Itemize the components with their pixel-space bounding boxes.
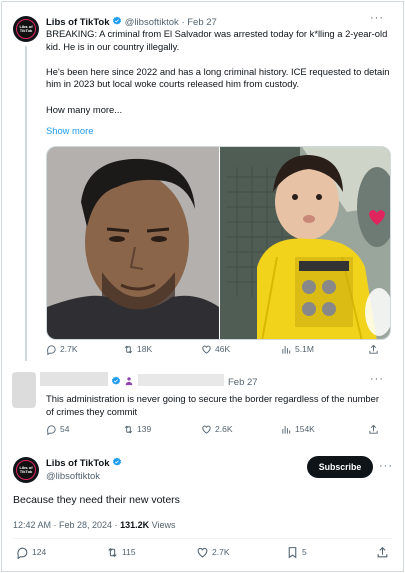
like-button[interactable]: 46K — [201, 344, 230, 355]
views-label: Views — [151, 520, 176, 530]
view-count: 5.1M — [295, 344, 314, 354]
thread-line — [25, 46, 27, 361]
tweet-header: Libs of TikTok @libsoftiktok · Feb 27 — [46, 16, 217, 28]
tweet-paragraph: BREAKING: A criminal from El Salvador wa… — [46, 28, 388, 52]
separator-dot: · — [181, 17, 185, 28]
verified-badge-icon — [111, 376, 121, 385]
bookmark-icon — [288, 546, 297, 558]
author-name[interactable]: Libs of TikTok — [46, 458, 110, 469]
post-time[interactable]: 12:42 AM · Feb 28, 2024 · — [13, 520, 118, 530]
reply-icon — [17, 547, 28, 559]
reply-icon — [47, 344, 56, 355]
subscribe-button[interactable]: Subscribe — [307, 456, 373, 478]
views-icon — [282, 345, 291, 354]
main-post-text: Because they need their new voters — [13, 494, 180, 506]
media-attachment[interactable] — [46, 146, 391, 340]
share-icon — [377, 546, 388, 557]
reply-button[interactable]: 54 — [46, 424, 69, 435]
repost-button[interactable]: 139 — [123, 424, 151, 435]
tweet-paragraph: He's been here since 2022 and has a long… — [46, 65, 390, 90]
repost-count: 115 — [122, 547, 136, 557]
reply-icon — [47, 424, 56, 435]
like-count: 46K — [215, 344, 231, 354]
like-count: 2.7K — [212, 547, 230, 557]
like-button[interactable]: 2.6K — [201, 424, 233, 435]
view-count: 154K — [295, 424, 315, 434]
repost-button[interactable]: 18K — [123, 344, 152, 355]
tweet-paragraph: How many more... — [46, 103, 123, 115]
like-button[interactable]: 2.7K — [196, 546, 230, 559]
repost-icon — [124, 345, 133, 353]
reply-count: 54 — [60, 424, 70, 434]
avatar[interactable]: Libs of TikTok — [13, 16, 39, 42]
repost-count: 139 — [137, 424, 152, 434]
author-handle[interactable]: @libsoftiktok — [46, 471, 100, 482]
heart-icon — [197, 547, 208, 557]
heart-icon — [202, 425, 211, 434]
redacted-avatar — [12, 372, 36, 408]
author-handle[interactable]: @libsoftiktok — [125, 17, 179, 28]
more-options-icon[interactable]: ··· — [379, 460, 393, 472]
repost-count: 18K — [137, 344, 153, 354]
main-author: Libs of TikTok — [46, 457, 122, 469]
affiliate-badge-icon — [125, 377, 133, 386]
avatar-logo: Libs of TikTok — [16, 460, 36, 480]
avatar[interactable]: Libs of TikTok — [13, 457, 39, 483]
views-count: 131.2K — [120, 520, 150, 530]
share-icon — [369, 344, 378, 354]
reply-count: 2.7K — [60, 344, 78, 354]
views-button[interactable]: 5.1M — [281, 344, 314, 355]
repost-icon — [124, 425, 133, 433]
verified-badge-icon — [113, 457, 122, 466]
tweet-text: BREAKING: A criminal from El Salvador wa… — [46, 28, 392, 129]
reply-button[interactable]: 2.7K — [46, 344, 78, 355]
views-button[interactable]: 154K — [281, 424, 315, 435]
repost-icon — [108, 547, 117, 557]
more-options-icon[interactable]: ··· — [370, 12, 384, 24]
post-date[interactable]: Feb 27 — [187, 17, 217, 28]
redacted-name — [40, 372, 108, 386]
author-name[interactable]: Libs of TikTok — [46, 17, 110, 28]
redacted-handle — [138, 374, 224, 386]
post-timestamp: 12:42 AM · Feb 28, 2024 · 131.2K Views — [13, 520, 176, 530]
like-count: 2.6K — [215, 424, 233, 434]
reply-count: 124 — [32, 547, 47, 557]
reply-text: This administration is never going to se… — [46, 393, 379, 417]
bookmark-count: 5 — [302, 547, 307, 557]
avatar-logo: Libs of TikTok — [16, 19, 36, 39]
media-image — [47, 147, 390, 339]
views-icon — [282, 425, 291, 434]
repost-button[interactable]: 115 — [106, 546, 136, 559]
share-button[interactable] — [376, 546, 389, 559]
share-button[interactable] — [368, 344, 379, 355]
verified-badge-icon — [113, 16, 122, 25]
share-icon — [369, 424, 378, 434]
reply-button[interactable]: 124 — [16, 546, 46, 559]
share-button[interactable] — [368, 424, 379, 435]
more-options-icon[interactable]: ··· — [370, 373, 384, 385]
show-more-link[interactable]: Show more — [46, 125, 93, 136]
heart-icon — [202, 345, 211, 354]
reply-date[interactable]: Feb 27 — [228, 377, 258, 388]
divider — [12, 538, 392, 539]
bookmark-button[interactable]: 5 — [286, 546, 307, 559]
